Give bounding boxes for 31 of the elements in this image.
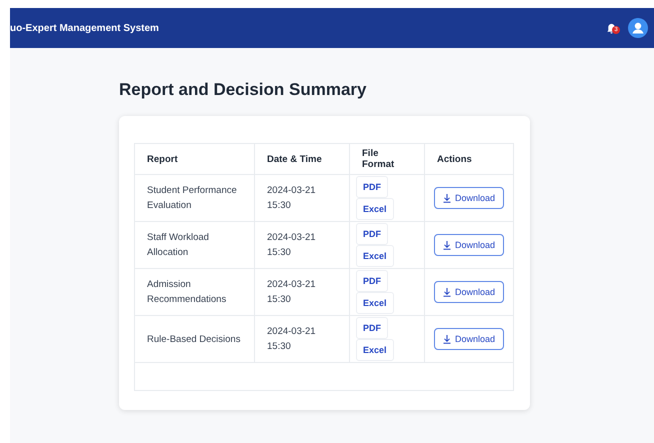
date-time-cell: 2024-03-21 15:30 — [254, 222, 350, 268]
avatar-icon[interactable] — [628, 18, 648, 38]
file-format-button[interactable]: Excel — [356, 245, 394, 267]
file-format-button[interactable]: PDF — [356, 317, 388, 339]
report-name-cell: Admission Recommendations — [134, 268, 254, 316]
download-button[interactable]: Download — [434, 187, 504, 209]
date-time-cell: 2024-03-21 15:30 — [254, 174, 350, 222]
file-format-button[interactable]: Excel — [356, 198, 394, 220]
page-title: Report and Decision Summary — [119, 80, 367, 100]
download-button[interactable]: Download — [434, 281, 504, 303]
report-name-cell: Student Performance Evaluation — [134, 174, 254, 222]
report-name-cell: Staff Workload Allocation — [134, 222, 254, 268]
column-header: File Format — [350, 144, 424, 174]
date-time-cell: 2024-03-21 15:30 — [254, 268, 350, 316]
date-time-cell: 2024-03-21 15:30 — [254, 316, 350, 362]
file-format-button[interactable]: PDF — [356, 176, 388, 198]
file-format-button[interactable]: Excel — [356, 292, 394, 314]
download-button[interactable]: Download — [434, 328, 504, 350]
download-icon — [442, 288, 451, 296]
report-name-cell: Rule-Based Decisions — [134, 316, 254, 362]
column-header: Date & Time — [254, 144, 350, 174]
column-header: Actions — [424, 144, 514, 174]
file-format-button[interactable]: PDF — [356, 223, 388, 245]
file-format-button[interactable]: Excel — [356, 339, 394, 361]
column-header: Report — [134, 144, 254, 174]
file-format-button[interactable]: PDF — [356, 270, 388, 292]
download-icon — [442, 334, 451, 344]
download-button[interactable]: Download — [434, 234, 504, 256]
download-icon — [442, 240, 451, 250]
app-title: uo-Expert Management System — [10, 22, 160, 34]
download-icon — [442, 194, 451, 202]
